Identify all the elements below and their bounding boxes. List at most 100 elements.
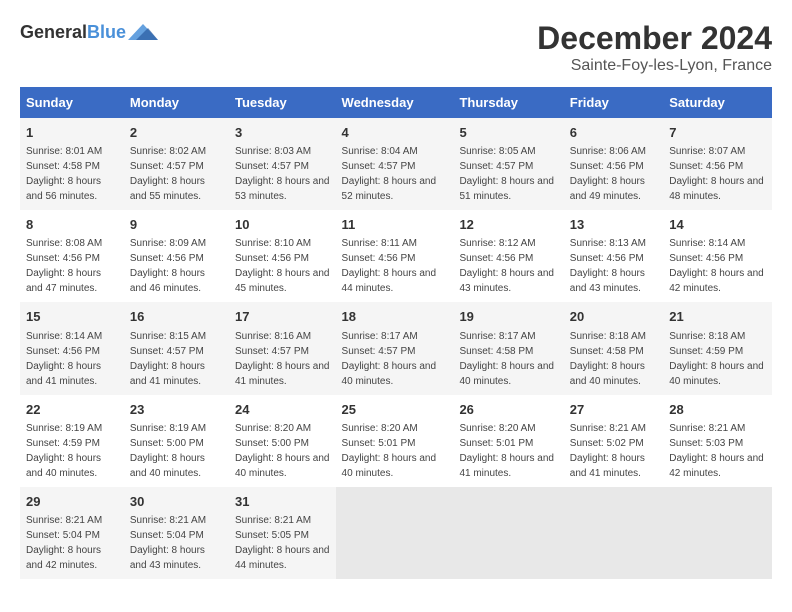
day-number: 16 bbox=[130, 308, 223, 326]
calendar-cell: 11Sunrise: 8:11 AMSunset: 4:56 PMDayligh… bbox=[336, 210, 454, 302]
week-row-1: 1Sunrise: 8:01 AMSunset: 4:58 PMDaylight… bbox=[20, 118, 772, 210]
day-info: Sunrise: 8:02 AMSunset: 4:57 PMDaylight:… bbox=[130, 146, 206, 202]
day-info: Sunrise: 8:13 AMSunset: 4:56 PMDaylight:… bbox=[570, 238, 646, 294]
day-info: Sunrise: 8:11 AMSunset: 4:56 PMDaylight:… bbox=[342, 238, 437, 294]
calendar-cell: 25 Sunrise: 8:20 AMSunset: 5:01 PMDayligh… bbox=[336, 395, 454, 487]
day-info: Sunrise: 8:21 AMSunset: 5:03 PMDaylight:… bbox=[669, 423, 764, 479]
day-header-saturday: Saturday bbox=[663, 87, 772, 118]
day-info: Sunrise: 8:19 AMSunset: 4:59 PMDaylight:… bbox=[26, 423, 102, 479]
day-info: Sunrise: 8:04 AMSunset: 4:57 PMDaylight:… bbox=[342, 146, 437, 202]
day-info: Sunrise: 8:05 AMSunset: 4:57 PMDaylight:… bbox=[459, 146, 554, 202]
day-info: Sunrise: 8:21 AMSunset: 5:02 PMDaylight:… bbox=[570, 423, 646, 479]
day-number: 24 bbox=[235, 401, 330, 419]
calendar-cell: 26Sunrise: 8:20 AMSunset: 5:01 PMDayligh… bbox=[453, 395, 563, 487]
calendar-cell: 15 Sunrise: 8:14 AMSunset: 4:56 PMDayligh… bbox=[20, 302, 124, 394]
day-number: 2 bbox=[130, 124, 223, 142]
calendar-cell: 19Sunrise: 8:17 AMSunset: 4:58 PMDayligh… bbox=[453, 302, 563, 394]
calendar-cell: 23 Sunrise: 8:19 AMSunset: 5:00 PMDayligh… bbox=[124, 395, 229, 487]
calendar-cell: 17Sunrise: 8:16 AMSunset: 4:57 PMDayligh… bbox=[229, 302, 336, 394]
day-info: Sunrise: 8:01 AMSunset: 4:58 PMDaylight:… bbox=[26, 146, 102, 202]
day-info: Sunrise: 8:14 AMSunset: 4:56 PMDaylight:… bbox=[669, 238, 764, 294]
day-info: Sunrise: 8:19 AMSunset: 5:00 PMDaylight:… bbox=[130, 423, 206, 479]
calendar-cell: 29Sunrise: 8:21 AMSunset: 5:04 PMDayligh… bbox=[20, 487, 124, 579]
calendar-cell: 4 Sunrise: 8:04 AMSunset: 4:57 PMDaylight… bbox=[336, 118, 454, 210]
day-info: Sunrise: 8:18 AMSunset: 4:59 PMDaylight:… bbox=[669, 331, 764, 387]
day-number: 14 bbox=[669, 216, 766, 234]
day-number: 19 bbox=[459, 308, 557, 326]
day-number: 21 bbox=[669, 308, 766, 326]
calendar-cell: 18 Sunrise: 8:17 AMSunset: 4:57 PMDayligh… bbox=[336, 302, 454, 394]
calendar-cell: 30 Sunrise: 8:21 AMSunset: 5:04 PMDayligh… bbox=[124, 487, 229, 579]
calendar-cell bbox=[663, 487, 772, 579]
calendar-cell: 24 Sunrise: 8:20 AMSunset: 5:00 PMDayligh… bbox=[229, 395, 336, 487]
day-number: 8 bbox=[26, 216, 118, 234]
calendar-cell: 20 Sunrise: 8:18 AMSunset: 4:58 PMDayligh… bbox=[564, 302, 663, 394]
calendar-cell: 3 Sunrise: 8:03 AMSunset: 4:57 PMDaylight… bbox=[229, 118, 336, 210]
day-number: 25 bbox=[342, 401, 448, 419]
calendar-body: 1Sunrise: 8:01 AMSunset: 4:58 PMDaylight… bbox=[20, 118, 772, 579]
logo-icon bbox=[128, 20, 158, 44]
calendar-cell: 16 Sunrise: 8:15 AMSunset: 4:57 PMDayligh… bbox=[124, 302, 229, 394]
day-info: Sunrise: 8:06 AMSunset: 4:56 PMDaylight:… bbox=[570, 146, 646, 202]
day-number: 27 bbox=[570, 401, 657, 419]
title-area: December 2024 Sainte-Foy-les-Lyon, Franc… bbox=[537, 20, 772, 75]
day-info: Sunrise: 8:16 AMSunset: 4:57 PMDaylight:… bbox=[235, 331, 330, 387]
week-row-3: 15 Sunrise: 8:14 AMSunset: 4:56 PMDayligh… bbox=[20, 302, 772, 394]
day-number: 22 bbox=[26, 401, 118, 419]
day-header-wednesday: Wednesday bbox=[336, 87, 454, 118]
day-header-monday: Monday bbox=[124, 87, 229, 118]
day-header-sunday: Sunday bbox=[20, 87, 124, 118]
day-info: Sunrise: 8:17 AMSunset: 4:57 PMDaylight:… bbox=[342, 331, 437, 387]
header: GeneralBlue December 2024 Sainte-Foy-les… bbox=[20, 20, 772, 75]
day-number: 6 bbox=[570, 124, 657, 142]
week-row-4: 22 Sunrise: 8:19 AMSunset: 4:59 PMDayligh… bbox=[20, 395, 772, 487]
day-number: 15 bbox=[26, 308, 118, 326]
day-info: Sunrise: 8:21 AMSunset: 5:05 PMDaylight:… bbox=[235, 515, 330, 571]
day-number: 10 bbox=[235, 216, 330, 234]
calendar-cell: 1Sunrise: 8:01 AMSunset: 4:58 PMDaylight… bbox=[20, 118, 124, 210]
calendar-cell bbox=[336, 487, 454, 579]
day-number: 28 bbox=[669, 401, 766, 419]
calendar-cell: 6 Sunrise: 8:06 AMSunset: 4:56 PMDaylight… bbox=[564, 118, 663, 210]
day-info: Sunrise: 8:09 AMSunset: 4:56 PMDaylight:… bbox=[130, 238, 206, 294]
calendar-cell: 7 Sunrise: 8:07 AMSunset: 4:56 PMDaylight… bbox=[663, 118, 772, 210]
day-info: Sunrise: 8:07 AMSunset: 4:56 PMDaylight:… bbox=[669, 146, 764, 202]
calendar-cell: 9Sunrise: 8:09 AMSunset: 4:56 PMDaylight… bbox=[124, 210, 229, 302]
logo-general-text: General bbox=[20, 22, 87, 42]
day-number: 18 bbox=[342, 308, 448, 326]
month-title: December 2024 bbox=[537, 20, 772, 57]
day-info: Sunrise: 8:20 AMSunset: 5:00 PMDaylight:… bbox=[235, 423, 330, 479]
calendar-cell: 2 Sunrise: 8:02 AMSunset: 4:57 PMDaylight… bbox=[124, 118, 229, 210]
week-row-2: 8 Sunrise: 8:08 AMSunset: 4:56 PMDaylight… bbox=[20, 210, 772, 302]
day-info: Sunrise: 8:08 AMSunset: 4:56 PMDaylight:… bbox=[26, 238, 102, 294]
day-number: 4 bbox=[342, 124, 448, 142]
calendar-cell: 27 Sunrise: 8:21 AMSunset: 5:02 PMDayligh… bbox=[564, 395, 663, 487]
day-number: 23 bbox=[130, 401, 223, 419]
day-info: Sunrise: 8:21 AMSunset: 5:04 PMDaylight:… bbox=[130, 515, 206, 571]
day-info: Sunrise: 8:03 AMSunset: 4:57 PMDaylight:… bbox=[235, 146, 330, 202]
day-number: 29 bbox=[26, 493, 118, 511]
logo: GeneralBlue bbox=[20, 20, 158, 44]
calendar-header: SundayMondayTuesdayWednesdayThursdayFrid… bbox=[20, 87, 772, 118]
day-info: Sunrise: 8:12 AMSunset: 4:56 PMDaylight:… bbox=[459, 238, 554, 294]
calendar-cell bbox=[453, 487, 563, 579]
calendar-cell: 28 Sunrise: 8:21 AMSunset: 5:03 PMDayligh… bbox=[663, 395, 772, 487]
day-header-thursday: Thursday bbox=[453, 87, 563, 118]
day-info: Sunrise: 8:14 AMSunset: 4:56 PMDaylight:… bbox=[26, 331, 102, 387]
calendar-cell: 5 Sunrise: 8:05 AMSunset: 4:57 PMDaylight… bbox=[453, 118, 563, 210]
day-info: Sunrise: 8:18 AMSunset: 4:58 PMDaylight:… bbox=[570, 331, 646, 387]
day-number: 5 bbox=[459, 124, 557, 142]
day-number: 7 bbox=[669, 124, 766, 142]
day-info: Sunrise: 8:10 AMSunset: 4:56 PMDaylight:… bbox=[235, 238, 330, 294]
day-info: Sunrise: 8:15 AMSunset: 4:57 PMDaylight:… bbox=[130, 331, 206, 387]
week-row-5: 29 Sunrise: 8:21 AMSunset: 5:04 PMDayligh… bbox=[20, 487, 772, 579]
day-number: 3 bbox=[235, 124, 330, 142]
calendar-cell: 14 Sunrise: 8:14 AMSunset: 4:56 PMDayligh… bbox=[663, 210, 772, 302]
calendar-cell: 12Sunrise: 8:12 AMSunset: 4:56 PMDayligh… bbox=[453, 210, 563, 302]
day-number: 30 bbox=[130, 493, 223, 511]
day-info: Sunrise: 8:20 AMSunset: 5:01 PMDaylight:… bbox=[342, 423, 437, 479]
calendar-cell: 22 Sunrise: 8:19 AMSunset: 4:59 PMDayligh… bbox=[20, 395, 124, 487]
day-number: 20 bbox=[570, 308, 657, 326]
calendar-cell: 13Sunrise: 8:13 AMSunset: 4:56 PMDayligh… bbox=[564, 210, 663, 302]
calendar-cell: 21 Sunrise: 8:18 AMSunset: 4:59 PMDayligh… bbox=[663, 302, 772, 394]
